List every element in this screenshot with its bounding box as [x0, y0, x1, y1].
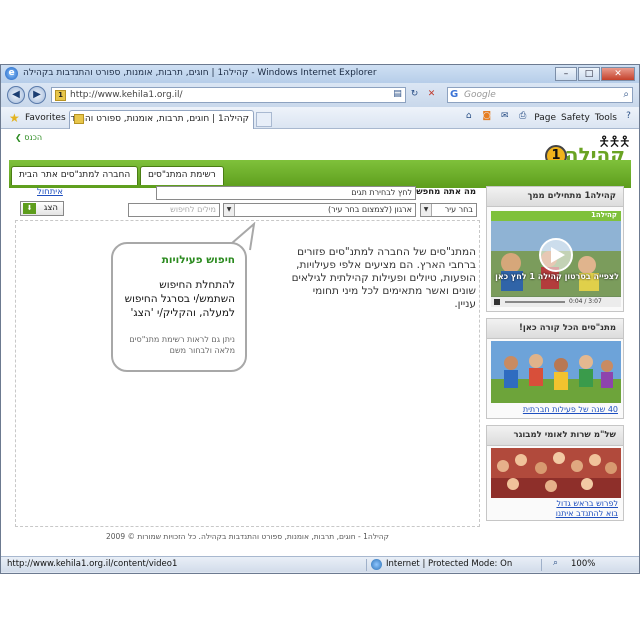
google-icon: G [450, 89, 459, 100]
help-icon[interactable]: ? [622, 110, 635, 123]
tab-favicon-icon [74, 114, 84, 124]
zone-label: Internet | Protected Mode: On [386, 559, 513, 569]
video-time: 0:04 / 3:07 [569, 298, 602, 305]
security-zone[interactable]: Internet | Protected Mode: On [371, 557, 512, 572]
video-caption: לצפייה בסרטון קהילה 1 לחץ כאן [495, 272, 619, 281]
back-link[interactable]: ❮ הכנס [15, 133, 42, 142]
keywords-input[interactable]: מילים לחיפוש [128, 203, 220, 217]
maximize-button[interactable]: □ [578, 67, 600, 81]
bubble-note: ניתן גם לראות רשימת מתנ"סים מלאה ולבחור … [129, 335, 235, 355]
main-nav-bar: רשימת המתנ"סים החברה למתנ"סים אתר הבית [9, 160, 631, 188]
close-button[interactable]: ✕ [601, 67, 635, 81]
zoom-icon[interactable]: ⌕ [549, 557, 562, 570]
sidebar-box-title: מתנ"סים הכל קורה כאן! [487, 319, 623, 339]
status-url: http://www.kehila1.org.il/content/video1 [7, 559, 178, 569]
home-icon[interactable]: ⌂ [462, 110, 475, 123]
tab-center-list[interactable]: רשימת המתנ"סים [140, 166, 224, 185]
sidebar-box-video: קהילה1 מתחילים ממך קהילה1 לצפייה בסרטון … [486, 186, 624, 312]
tab-company-home[interactable]: החברה למתנ"סים אתר הבית [11, 166, 139, 185]
volunteer-link-2[interactable]: בוא להתנדב איתנו [556, 509, 618, 518]
globe-icon [371, 559, 382, 570]
sidebar-box-centers: מתנ"סים הכל קורה כאן! 40 שנה של פעילות ח… [486, 318, 624, 419]
print-icon[interactable]: ⎙ [516, 110, 529, 123]
tools-menu[interactable]: Tools [595, 110, 617, 126]
status-divider [366, 559, 367, 571]
intro-text: המתנ"סים של החברה למתנ"סים פזורים ברחבי … [291, 246, 476, 310]
reset-link[interactable]: איתחול [37, 187, 63, 197]
show-button[interactable]: ⬇ הצג [20, 201, 64, 216]
video-logo: קהילה1 [591, 211, 617, 219]
command-bar: ⌂ ◙ ✉ ⎙ Page Safety Tools ? [462, 110, 635, 126]
video-thumbnail [491, 211, 621, 307]
address-tools: ▤ ↻ ✕ [391, 88, 438, 101]
org-select[interactable]: ▼ ארגון (לצמצום בחר עיר) [223, 203, 416, 217]
status-divider [541, 559, 542, 571]
search-icon[interactable]: ⌕ [623, 89, 629, 100]
zoom-level[interactable]: 100% [571, 557, 595, 572]
favorites-row: ★ Favorites קהילה1 | חוגים, תרבות, אומנו… [1, 107, 639, 129]
refresh-icon[interactable]: ↻ [408, 88, 421, 101]
video-player[interactable]: קהילה1 לצפייה בסרטון קהילה 1 לחץ כאן 0:0… [491, 211, 621, 307]
city-select-value: בחר עיר [444, 205, 473, 214]
back-link-label: הכנס [24, 133, 43, 142]
children-photo [491, 341, 621, 403]
back-button[interactable]: ◀ [7, 86, 25, 104]
bubble-title: חיפוש פעילויות [161, 254, 235, 266]
show-button-label: הצג [43, 203, 58, 213]
tab-label: קהילה1 | חוגים, תרבות, אומנות, ספורט והת… [70, 114, 249, 124]
status-bar: http://www.kehila1.org.il/content/video1… [1, 556, 639, 572]
volunteer-image[interactable] [491, 448, 621, 498]
footer-copyright: קהילה1 - חוגים, תרבות, אומנות, ספורט והת… [106, 532, 389, 541]
ie-logo-icon: e [5, 67, 18, 80]
tags-input[interactable]: לחץ לבחירת תגים [156, 186, 416, 200]
crowd-photo [491, 448, 621, 498]
sidebar-box-title: קהילה1 מתחילים ממך [487, 187, 623, 207]
address-bar[interactable]: 1 http://www.kehila1.org.il/ [51, 87, 406, 103]
favorites-button[interactable]: ★ Favorites [7, 110, 70, 126]
title-bar: e קהילה1 | חוגים, תרבות, אומנות, ספורט ו… [1, 65, 639, 83]
address-row: ◀ ▶ 1 http://www.kehila1.org.il/ ▤ ↻ ✕ G… [1, 83, 639, 107]
feeds-icon[interactable]: ◙ [480, 110, 493, 123]
stop-icon[interactable]: ✕ [425, 88, 438, 101]
tab-kehila[interactable]: קהילה1 | חוגים, תרבות, אומנות, ספורט והת… [69, 110, 254, 129]
search-box[interactable]: G Google ⌕ [447, 87, 633, 103]
compat-view-icon[interactable]: ▤ [391, 88, 404, 101]
chevron-down-icon: ▼ [421, 204, 432, 216]
city-select[interactable]: ▼ בחר עיר [420, 203, 477, 217]
page-menu[interactable]: Page [534, 110, 556, 126]
safety-menu[interactable]: Safety [561, 110, 590, 126]
favorites-label: Favorites [25, 113, 66, 123]
org-select-value: ארגון (לצמצום בחר עיר) [327, 205, 412, 214]
centers-image[interactable] [491, 341, 621, 403]
new-tab-button[interactable] [256, 112, 272, 127]
sidebar-box-title: של"מ שרות לאומי למבוגר [487, 426, 623, 446]
centers-link[interactable]: 40 שנה של פעילות חברתית [523, 405, 618, 414]
minimize-button[interactable]: – [555, 67, 577, 81]
bubble-text: להתחלת החיפוש השתמש/י בסרגל החיפוש למעלה… [124, 279, 235, 319]
window-title: קהילה1 | חוגים, תרבות, אומנות, ספורט והת… [23, 68, 377, 78]
read-mail-icon[interactable]: ✉ [498, 110, 511, 123]
address-url: http://www.kehila1.org.il/ [70, 90, 183, 100]
search-help-bubble: חיפוש פעילויות להתחלת החיפוש השתמש/י בסר… [111, 242, 247, 372]
star-icon: ★ [9, 111, 20, 125]
arrow-down-icon: ⬇ [23, 203, 36, 214]
forward-button[interactable]: ▶ [28, 86, 46, 104]
sidebar-box-volunteer: של"מ שרות לאומי למבוגר לפרוש בראש גדול ב… [486, 425, 624, 521]
site-favicon-icon: 1 [55, 90, 66, 101]
chevron-down-icon: ▼ [224, 204, 235, 216]
window-controls: – □ ✕ [555, 67, 635, 81]
search-placeholder: Google [464, 90, 496, 100]
volunteer-link-1[interactable]: לפרוש בראש גדול [556, 499, 618, 508]
